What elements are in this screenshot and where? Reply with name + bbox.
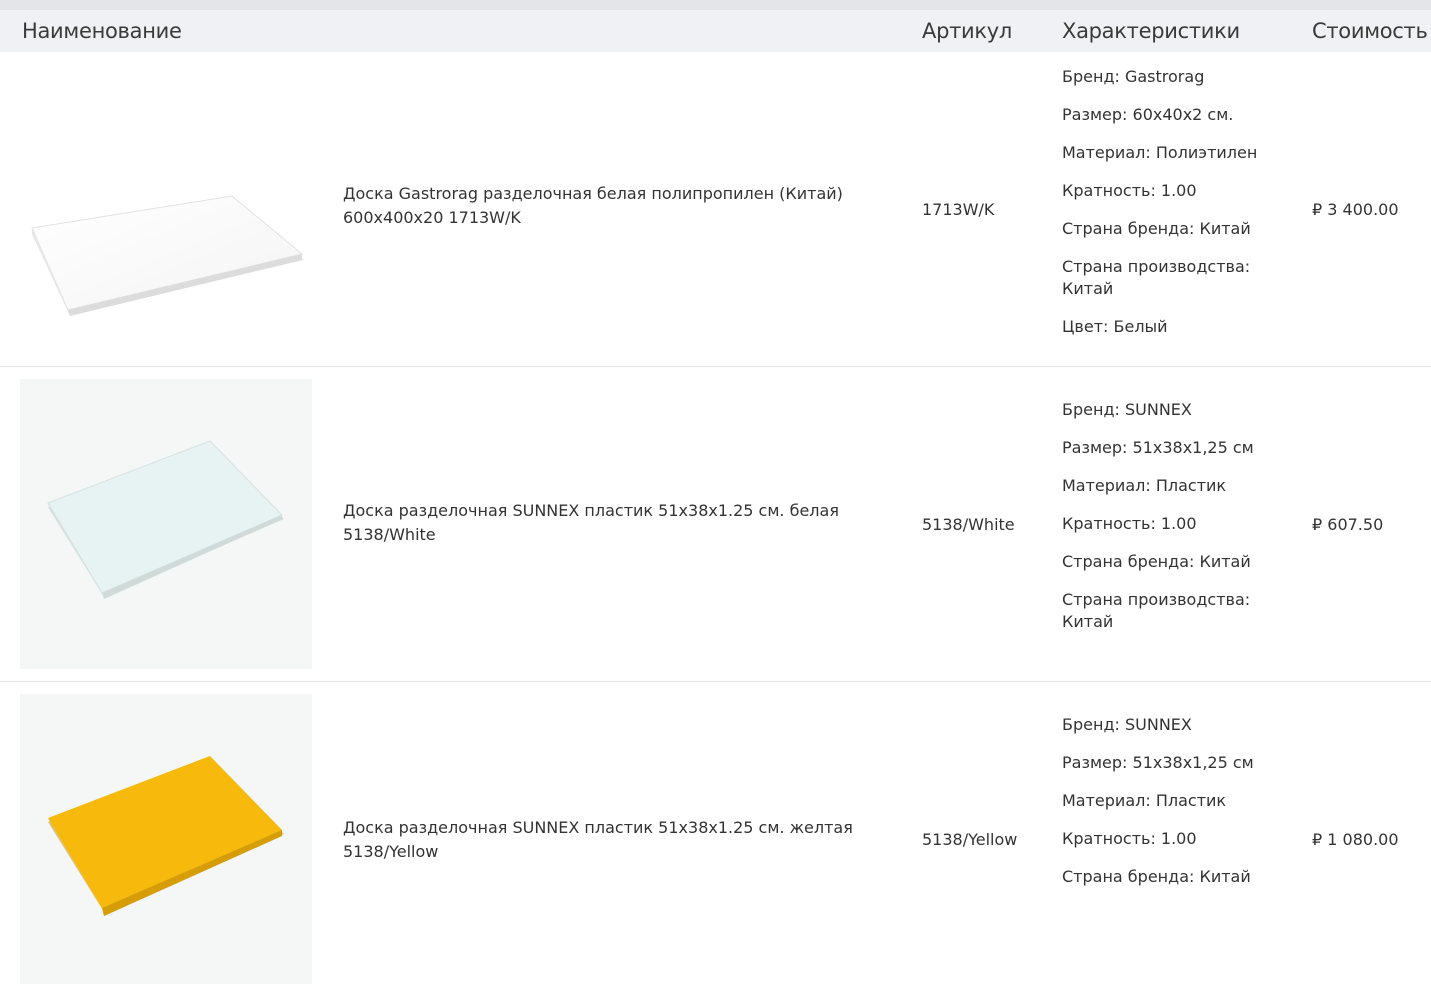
product-price: ₽ 607.50 [1312,515,1384,534]
product-sku: 1713W/K [922,200,995,219]
column-header-name: Наименование [22,19,182,43]
product-image[interactable] [20,694,312,984]
product-price: ₽ 1 080.00 [1312,830,1399,849]
spec-item: Кратность: 1.00 [1062,829,1197,848]
product-price: ₽ 3 400.00 [1312,200,1399,219]
spec-item: Страна бренда: Китай [1062,552,1251,571]
table-row: Доска разделочная SUNNEX пластик 51x38x1… [0,367,1431,682]
table-header: Наименование Артикул Характеристики Стои… [0,10,1431,52]
product-image[interactable] [20,379,312,669]
product-name-link[interactable]: Доска разделочная SUNNEX пластик 51x38x1… [343,816,888,864]
spec-item: Страна бренда: Китай [1062,219,1251,238]
product-specs: Бренд: SUNNEX Размер: 51x38x1,25 см Мате… [1062,714,1277,904]
column-header-price: Стоимость [1312,19,1428,43]
product-sku: 5138/White [922,515,1015,534]
spec-item: Размер: 60х40х2 см. [1062,105,1234,124]
column-header-sku: Артикул [922,19,1013,43]
spec-item: Кратность: 1.00 [1062,514,1197,533]
spec-item: Бренд: SUNNEX [1062,715,1192,734]
product-name-link[interactable]: Доска Gastrorag разделочная белая полипр… [343,182,888,230]
table-row: Доска разделочная SUNNEX пластик 51x38x1… [0,682,1431,996]
spec-item: Материал: Полиэтилен [1062,143,1258,162]
spec-item: Бренд: Gastrorag [1062,67,1205,86]
spec-item: Бренд: SUNNEX [1062,400,1192,419]
spec-item: Страна производства: Китай [1062,590,1251,631]
spec-item: Страна бренда: Китай [1062,867,1251,886]
product-specs: Бренд: Gastrorag Размер: 60х40х2 см. Мат… [1062,66,1277,354]
table-row: Доска Gastrorag разделочная белая полипр… [0,52,1431,367]
spec-item: Размер: 51x38x1,25 см [1062,438,1254,457]
product-image[interactable] [20,64,312,354]
top-bar [0,0,1431,10]
product-name-link[interactable]: Доска разделочная SUNNEX пластик 51x38x1… [343,499,888,547]
product-sku: 5138/Yellow [922,830,1018,849]
spec-item: Материал: Пластик [1062,791,1227,810]
spec-item: Страна производства: Китай [1062,257,1251,298]
spec-item: Материал: Пластик [1062,476,1227,495]
product-specs: Бренд: SUNNEX Размер: 51x38x1,25 см Мате… [1062,399,1277,649]
spec-item: Кратность: 1.00 [1062,181,1197,200]
spec-item: Размер: 51x38x1,25 см [1062,753,1254,772]
spec-item: Цвет: Белый [1062,317,1168,336]
column-header-specs: Характеристики [1062,19,1240,43]
